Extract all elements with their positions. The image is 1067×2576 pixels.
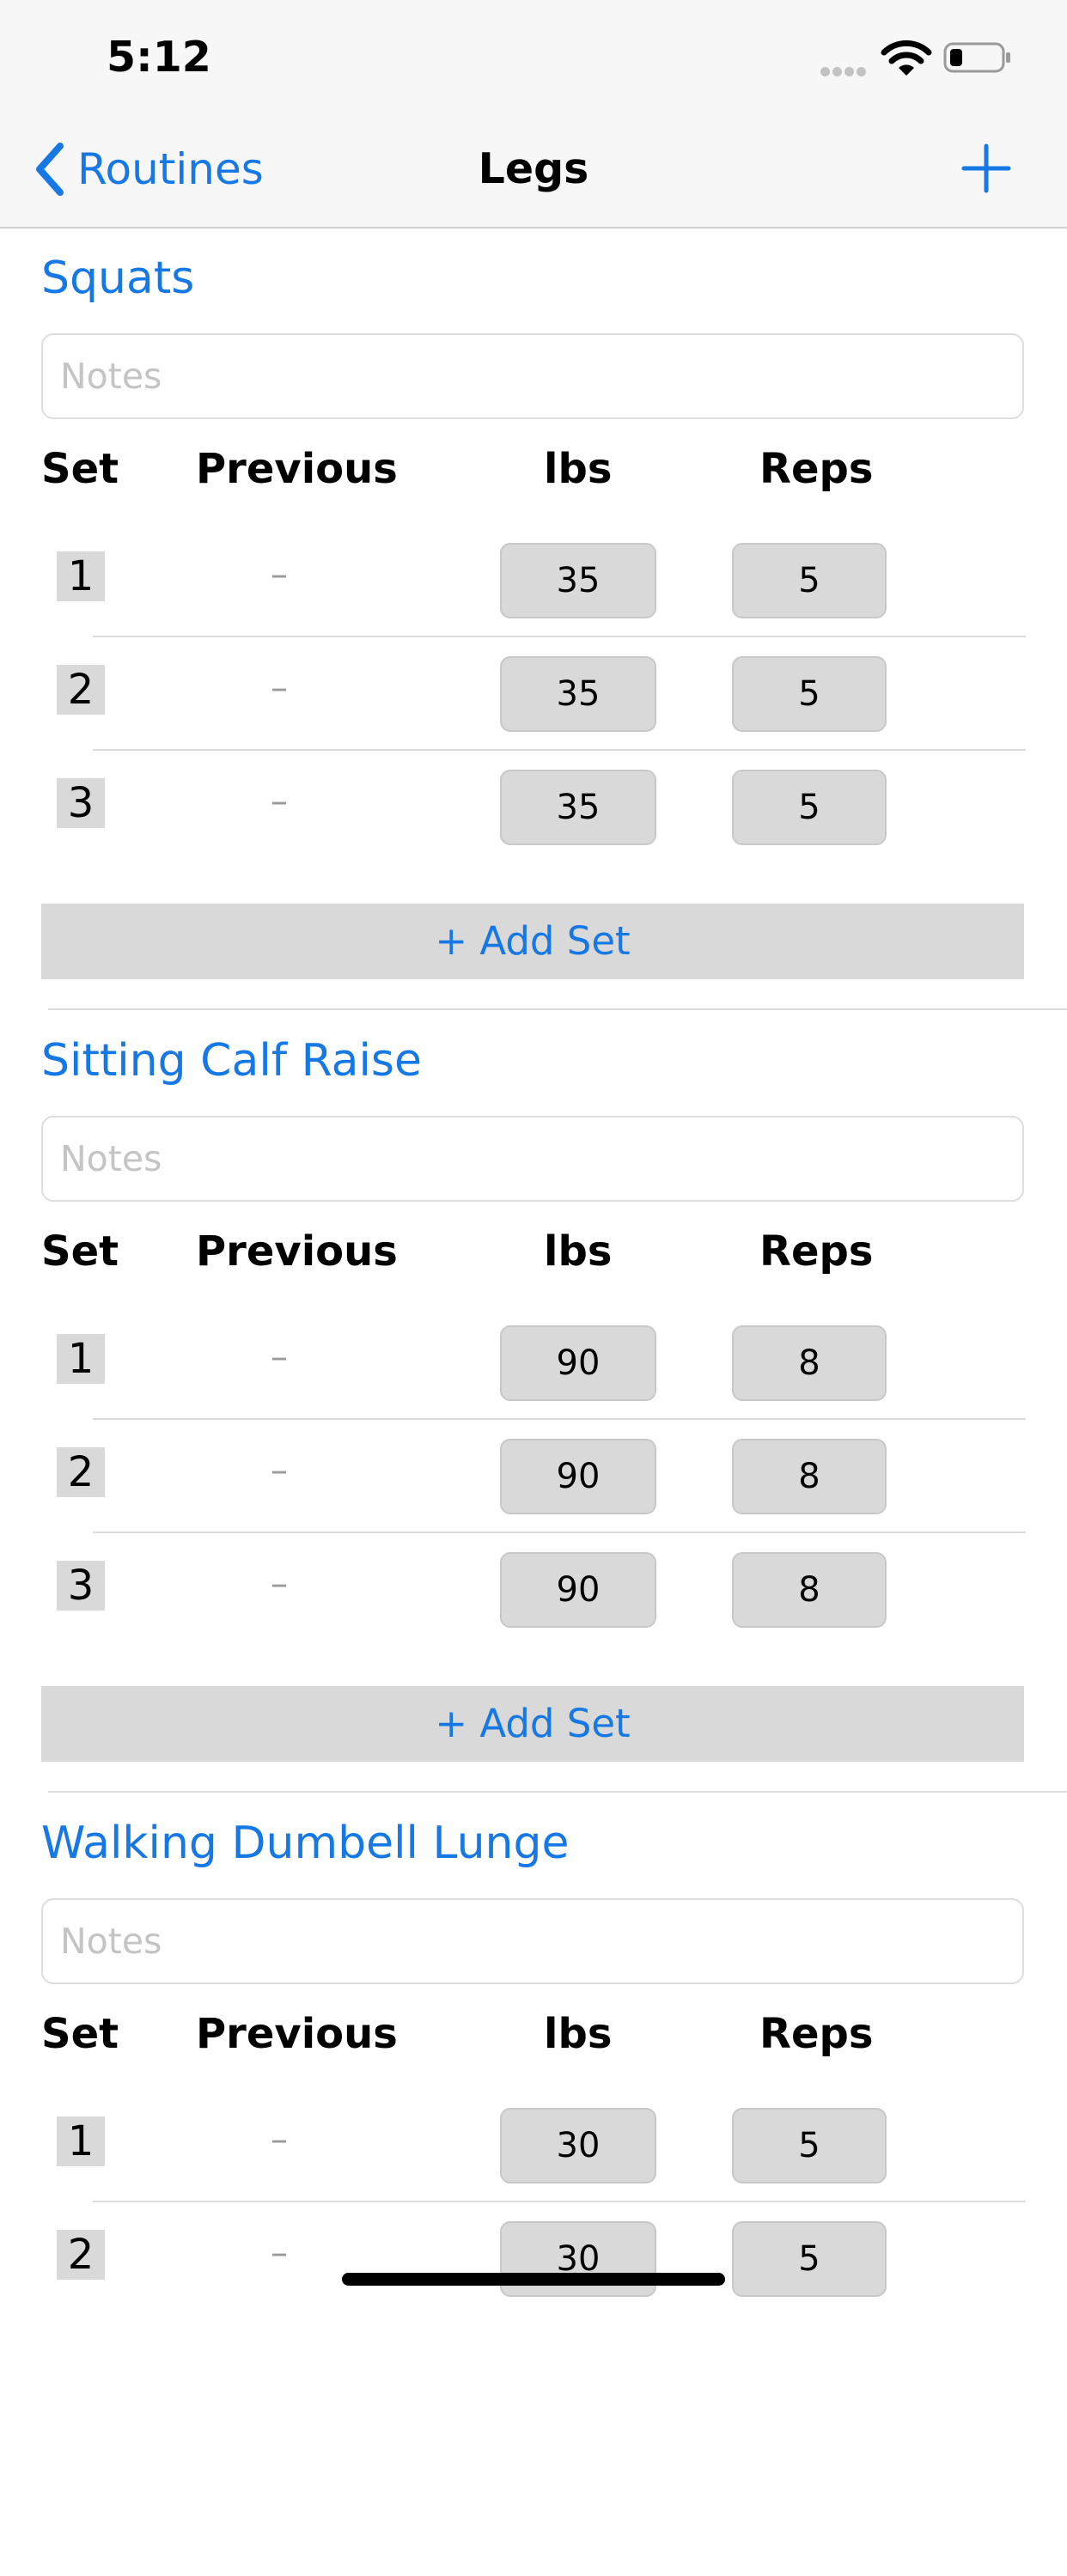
reps-field[interactable]: 5 (732, 770, 887, 845)
header-reps: Reps (759, 1227, 874, 1276)
plus-icon[interactable] (960, 143, 1012, 194)
exercise-title[interactable]: Walking Dumbell Lunge (41, 1818, 570, 1869)
lbs-field[interactable]: 35 (500, 770, 656, 845)
reps-field[interactable]: 5 (732, 656, 887, 732)
header-lbs: lbs (544, 445, 613, 493)
set-number: 1 (57, 2116, 105, 2166)
previous-value: – (271, 2233, 288, 2273)
header-set: Set (41, 2010, 119, 2058)
set-row: 1 – 30 5 (0, 2089, 1067, 2202)
set-row: 2 – 30 5 (0, 2202, 1067, 2316)
notes-input[interactable] (41, 333, 1024, 419)
home-indicator[interactable] (342, 2273, 725, 2286)
header-previous: Previous (196, 2010, 398, 2058)
set-number: 1 (57, 1334, 105, 1384)
exercise-divider (48, 1791, 1067, 1793)
set-row: 1 – 35 5 (0, 524, 1067, 637)
lbs-field[interactable]: 90 (500, 1439, 656, 1514)
previous-value: – (271, 668, 288, 708)
previous-value: – (271, 1564, 288, 1604)
lbs-field[interactable]: 30 (500, 2108, 656, 2183)
header-reps: Reps (759, 445, 874, 493)
reps-field[interactable]: 8 (732, 1325, 887, 1401)
previous-value: – (271, 2120, 288, 2159)
notes-input[interactable] (41, 1898, 1024, 1984)
lbs-field[interactable]: 90 (500, 1325, 656, 1401)
exercise-divider (48, 1008, 1067, 1010)
set-row: 2 – 90 8 (0, 1420, 1067, 1533)
set-row: 3 – 90 8 (0, 1533, 1067, 1637)
reps-field[interactable]: 8 (732, 1439, 887, 1514)
set-rows: 1 – 30 5 2 – 30 5 (0, 2089, 1067, 2420)
set-number: 1 (57, 551, 105, 601)
reps-field[interactable]: 5 (732, 2108, 887, 2183)
navigation-bar: Routines Legs (0, 113, 1067, 228)
header-lbs: lbs (544, 2010, 613, 2058)
exercise-title[interactable]: Squats (41, 253, 194, 304)
set-number: 3 (57, 778, 105, 828)
lbs-field[interactable]: 90 (500, 1552, 656, 1628)
wifi-icon (881, 40, 932, 76)
header-set: Set (41, 445, 119, 493)
exercise-title[interactable]: Sitting Calf Raise (41, 1035, 422, 1087)
add-set-button[interactable]: + Add Set (41, 904, 1024, 979)
header-set: Set (41, 1227, 119, 1276)
reps-field[interactable]: 5 (732, 543, 887, 618)
header-lbs: lbs (544, 1227, 613, 1276)
page-title: Legs (478, 144, 589, 193)
signal-dots-icon (820, 65, 869, 81)
set-rows: 1 – 90 8 2 – 90 8 3 – 90 8 (0, 1306, 1067, 1637)
status-bar: 5:12 (0, 0, 1067, 113)
set-number: 2 (57, 2230, 105, 2280)
set-rows: 1 – 35 5 2 – 35 5 3 – 35 5 (0, 524, 1067, 855)
exercise-list: Squats Set Previous lbs Reps 1 – 35 5 2 … (0, 228, 1067, 2576)
exercise-card: Squats Set Previous lbs Reps 1 – 35 5 2 … (0, 228, 1067, 1011)
set-row: 1 – 90 8 (0, 1306, 1067, 1420)
header-previous: Previous (196, 445, 398, 493)
header-previous: Previous (196, 1227, 398, 1276)
lbs-field[interactable]: 35 (500, 656, 656, 732)
set-row: 3 – 35 5 (0, 751, 1067, 855)
status-time: 5:12 (107, 33, 211, 82)
set-number: 2 (57, 1447, 105, 1497)
exercise-card: Sitting Calf Raise Set Previous lbs Reps… (0, 1011, 1067, 1793)
reps-field[interactable]: 8 (732, 1552, 887, 1628)
lbs-field[interactable]: 35 (500, 543, 656, 618)
add-set-button[interactable]: + Add Set (41, 1686, 1024, 1762)
set-number: 3 (57, 1561, 105, 1611)
reps-field[interactable]: 5 (732, 2221, 887, 2297)
set-row: 2 – 35 5 (0, 637, 1067, 751)
battery-icon (943, 42, 1010, 73)
exercise-card: Walking Dumbell Lunge Set Previous lbs R… (0, 1793, 1067, 2576)
previous-value: – (271, 782, 288, 821)
header-reps: Reps (759, 2010, 874, 2058)
previous-value: – (271, 555, 288, 594)
set-number: 2 (57, 665, 105, 715)
previous-value: – (271, 1337, 288, 1377)
notes-input[interactable] (41, 1116, 1024, 1202)
previous-value: – (271, 1451, 288, 1490)
